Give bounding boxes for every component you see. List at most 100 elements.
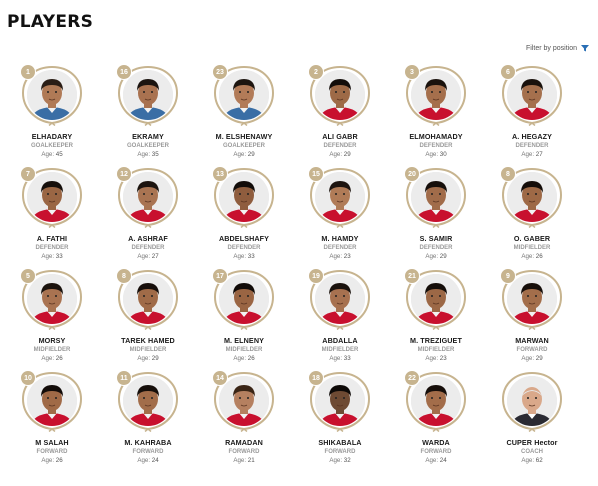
player-number-badge: 13 xyxy=(212,166,228,182)
player-face-icon xyxy=(411,274,461,324)
player-number-badge: 15 xyxy=(308,166,324,182)
age-value: 21 xyxy=(247,457,255,464)
player-portrait: 18 xyxy=(307,370,373,432)
player-name: ALI GABR xyxy=(322,132,358,141)
player-card[interactable]: 1 ELHADARY GOALKEEPER Age: 45 xyxy=(4,64,100,166)
player-card[interactable]: 19 ABDALLA MIDFIELDER Age: 33 xyxy=(292,268,388,370)
player-photo xyxy=(219,70,269,120)
player-position: MIDFIELDER xyxy=(321,347,359,353)
player-name: MORSY xyxy=(38,336,66,345)
age-prefix: Age: xyxy=(521,151,535,158)
player-face-icon xyxy=(219,172,269,222)
player-portrait: 19 xyxy=(307,268,373,330)
player-name: M. KAHRABA xyxy=(124,438,172,447)
player-photo xyxy=(507,376,557,426)
player-number-badge: 5 xyxy=(20,268,36,284)
player-number-badge: 11 xyxy=(116,370,132,386)
player-card[interactable]: 17 M. ELNENY MIDFIELDER Age: 26 xyxy=(196,268,292,370)
player-card[interactable]: 8 TAREK HAMED MIDFIELDER Age: 29 xyxy=(100,268,196,370)
filter-by-position-button[interactable]: Filter by position xyxy=(526,44,590,52)
player-position: MIDFIELDER xyxy=(513,245,551,251)
player-position: MIDFIELDER xyxy=(33,347,71,353)
player-number-badge: 2 xyxy=(308,64,324,80)
player-card[interactable]: 21 M. TREZIGUET MIDFIELDER Age: 23 xyxy=(388,268,484,370)
player-name: M. ELNENY xyxy=(223,336,265,345)
player-portrait: 16 xyxy=(115,64,181,126)
player-age: Age: 29 xyxy=(137,355,158,362)
player-face-icon xyxy=(219,274,269,324)
player-age: Age: 24 xyxy=(137,457,158,464)
player-card[interactable]: 13 ABDELSHAFY DEFENDER Age: 33 xyxy=(196,166,292,268)
player-photo xyxy=(315,172,365,222)
player-card[interactable]: 10 M SALAH FORWARD Age: 26 xyxy=(4,370,100,472)
player-card[interactable]: 5 MORSY MIDFIELDER Age: 26 xyxy=(4,268,100,370)
player-position: COACH xyxy=(521,449,543,455)
age-prefix: Age: xyxy=(41,355,55,362)
player-portrait: 13 xyxy=(211,166,277,228)
player-card[interactable]: 18 SHIKABALA FORWARD Age: 32 xyxy=(292,370,388,472)
player-card[interactable]: 20 S. SAMIR DEFENDER Age: 29 xyxy=(388,166,484,268)
player-card[interactable]: 7 A. FATHI DEFENDER Age: 33 xyxy=(4,166,100,268)
player-position: DEFENDER xyxy=(131,245,165,251)
player-card[interactable]: 6 A. HEGAZY DEFENDER Age: 27 xyxy=(484,64,580,166)
player-number-badge: 23 xyxy=(212,64,228,80)
player-number-badge: 3 xyxy=(404,64,420,80)
player-card[interactable]: 14 RAMADAN FORWARD Age: 21 xyxy=(196,370,292,472)
player-card[interactable]: 12 A. ASHRAF DEFENDER Age: 27 xyxy=(100,166,196,268)
age-prefix: Age: xyxy=(233,457,247,464)
player-number-badge: 18 xyxy=(308,370,324,386)
player-photo xyxy=(411,376,461,426)
player-portrait: 14 xyxy=(211,370,277,432)
player-age: Age: 29 xyxy=(233,151,254,158)
player-position: MIDFIELDER xyxy=(417,347,455,353)
player-card[interactable]: 8 O. GABER MIDFIELDER Age: 26 xyxy=(484,166,580,268)
player-face-icon xyxy=(315,70,365,120)
player-photo xyxy=(315,376,365,426)
player-position: DEFENDER xyxy=(323,245,357,251)
player-portrait: 21 xyxy=(403,268,469,330)
age-prefix: Age: xyxy=(233,355,247,362)
player-age: Age: 26 xyxy=(521,253,542,260)
player-face-icon xyxy=(219,70,269,120)
player-face-icon xyxy=(507,376,557,426)
player-photo xyxy=(411,70,461,120)
player-portrait: 2 xyxy=(307,64,373,126)
age-value: 62 xyxy=(535,457,543,464)
player-name: WARDA xyxy=(422,438,450,447)
player-number-badge: 12 xyxy=(116,166,132,182)
player-card[interactable]: 9 MARWAN FORWARD Age: 29 xyxy=(484,268,580,370)
filter-label: Filter by position xyxy=(526,44,577,52)
player-card[interactable]: 3 ELMOHAMADY DEFENDER Age: 30 xyxy=(388,64,484,166)
player-age: Age: 62 xyxy=(521,457,542,464)
player-card[interactable]: 15 M. HAMDY DEFENDER Age: 23 xyxy=(292,166,388,268)
player-name: M. HAMDY xyxy=(321,234,359,243)
player-position: FORWARD xyxy=(36,449,68,455)
player-face-icon xyxy=(507,274,557,324)
age-prefix: Age: xyxy=(521,253,535,260)
player-position: DEFENDER xyxy=(227,245,261,251)
player-card[interactable]: 11 M. KAHRABA FORWARD Age: 24 xyxy=(100,370,196,472)
player-card[interactable]: 2 ALI GABR DEFENDER Age: 29 xyxy=(292,64,388,166)
age-prefix: Age: xyxy=(425,457,439,464)
player-photo xyxy=(411,172,461,222)
player-face-icon xyxy=(219,376,269,426)
player-name: EKRAMY xyxy=(132,132,164,141)
player-card[interactable]: 22 WARDA FORWARD Age: 24 xyxy=(388,370,484,472)
player-portrait: 10 xyxy=(19,370,85,432)
player-card[interactable]: 16 EKRAMY GOALKEEPER Age: 35 xyxy=(100,64,196,166)
player-photo xyxy=(219,376,269,426)
age-value: 29 xyxy=(343,151,351,158)
player-portrait xyxy=(499,370,565,432)
age-value: 24 xyxy=(439,457,447,464)
player-card[interactable]: 23 M. ELSHENAWY GOALKEEPER Age: 29 xyxy=(196,64,292,166)
player-card[interactable]: CUPER Hector COACH Age: 62 xyxy=(484,370,580,472)
player-number-badge: 8 xyxy=(500,166,516,182)
player-position: DEFENDER xyxy=(35,245,69,251)
age-value: 30 xyxy=(439,151,447,158)
player-number-badge: 1 xyxy=(20,64,36,80)
player-name: A. FATHI xyxy=(36,234,68,243)
player-face-icon xyxy=(507,172,557,222)
player-number-badge: 7 xyxy=(20,166,36,182)
player-name: M. TREZIGUET xyxy=(410,336,462,345)
age-value: 23 xyxy=(343,253,351,260)
